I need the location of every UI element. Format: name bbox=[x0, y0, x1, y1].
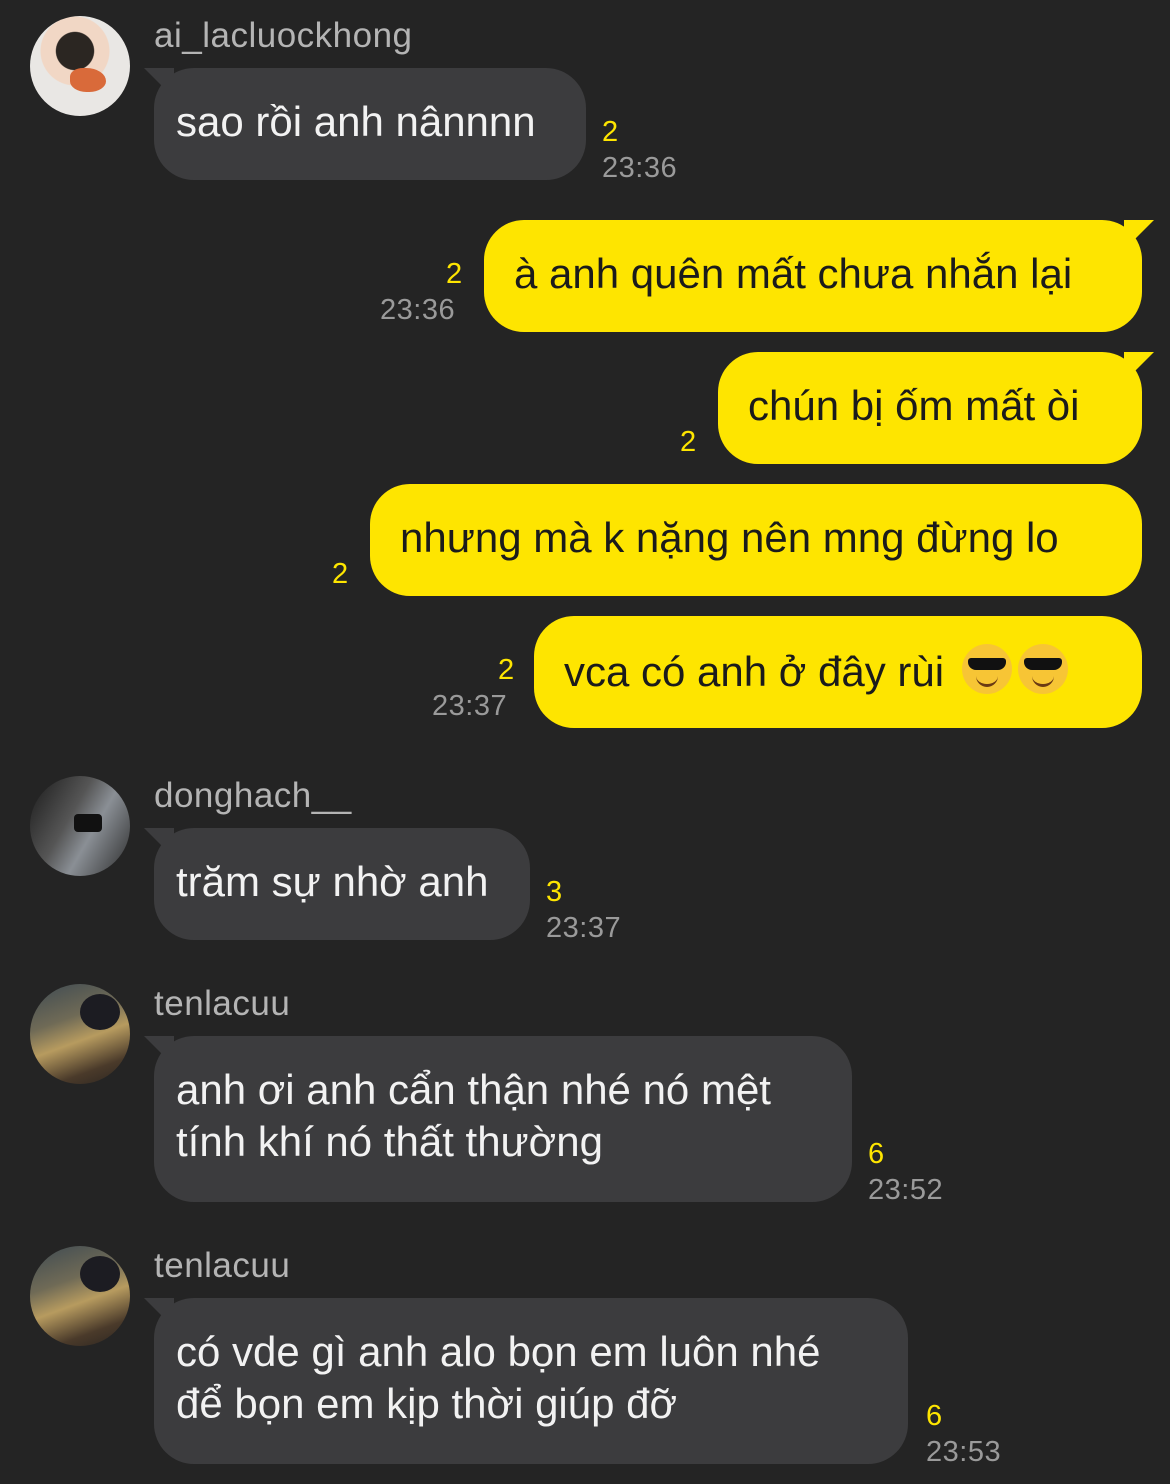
outgoing-message-bubble[interactable]: chún bị ốm mất òi bbox=[718, 352, 1142, 464]
sender-name: donghach__ bbox=[154, 776, 352, 815]
smiling-face-with-sunglasses-icon bbox=[1017, 644, 1068, 694]
unread-count: 3 bbox=[546, 876, 563, 908]
outgoing-message-bubble[interactable]: vca có anh ở đây rùi bbox=[534, 616, 1142, 728]
smiling-face-with-sunglasses-icon bbox=[961, 644, 1012, 694]
message-text: vca có anh ở đây rùi bbox=[564, 648, 945, 695]
incoming-message-bubble[interactable]: có vde gì anh alo bọn em luôn nhé để bọn… bbox=[154, 1298, 908, 1464]
avatar-donghach[interactable] bbox=[30, 776, 130, 876]
incoming-message-bubble[interactable]: trăm sự nhờ anh bbox=[154, 828, 530, 940]
message-text-line: tính khí nó thất thường bbox=[176, 1118, 603, 1165]
message-time: 23:36 bbox=[602, 152, 678, 184]
outgoing-message-bubble[interactable]: à anh quên mất chưa nhắn lại bbox=[484, 220, 1142, 332]
incoming-message-bubble[interactable]: anh ơi anh cẩn thận nhé nó mệt tính khí … bbox=[154, 1036, 852, 1202]
sender-name: ai_lacluockhong bbox=[154, 16, 413, 55]
message-text: à anh quên mất chưa nhắn lại bbox=[514, 250, 1073, 297]
incoming-message-bubble[interactable]: sao rồi anh nânnnn bbox=[154, 68, 586, 180]
unread-count: 2 bbox=[446, 258, 463, 290]
unread-count: 2 bbox=[680, 426, 697, 458]
message-time: 23:36 bbox=[380, 294, 456, 326]
message-text: chún bị ốm mất òi bbox=[748, 382, 1080, 429]
message-text: trăm sự nhờ anh bbox=[176, 858, 489, 905]
message-text-line: để bọn em kịp thời giúp đỡ bbox=[176, 1380, 678, 1427]
message-text: sao rồi anh nânnnn bbox=[176, 98, 536, 145]
message-time: 23:37 bbox=[432, 690, 508, 722]
outgoing-message-bubble[interactable]: nhưng mà k nặng nên mng đừng lo bbox=[370, 484, 1142, 596]
avatar-tenlacuu[interactable] bbox=[30, 984, 130, 1084]
unread-count: 2 bbox=[498, 654, 515, 686]
unread-count: 2 bbox=[602, 116, 619, 148]
sender-name: tenlacuu bbox=[154, 1246, 291, 1285]
avatar-ai-lacluockhong[interactable] bbox=[30, 16, 130, 116]
avatar-tenlacuu[interactable] bbox=[30, 1246, 130, 1346]
unread-count: 6 bbox=[926, 1400, 943, 1432]
message-text-line: có vde gì anh alo bọn em luôn nhé bbox=[176, 1328, 821, 1375]
message-text: nhưng mà k nặng nên mng đừng lo bbox=[400, 514, 1059, 561]
unread-count: 6 bbox=[868, 1138, 885, 1170]
message-time: 23:53 bbox=[926, 1436, 1002, 1468]
message-time: 23:37 bbox=[546, 912, 622, 944]
message-text-line: anh ơi anh cẩn thận nhé nó mệt bbox=[176, 1066, 771, 1113]
sender-name: tenlacuu bbox=[154, 984, 291, 1023]
unread-count: 2 bbox=[332, 558, 349, 590]
message-time: 23:52 bbox=[868, 1174, 944, 1206]
